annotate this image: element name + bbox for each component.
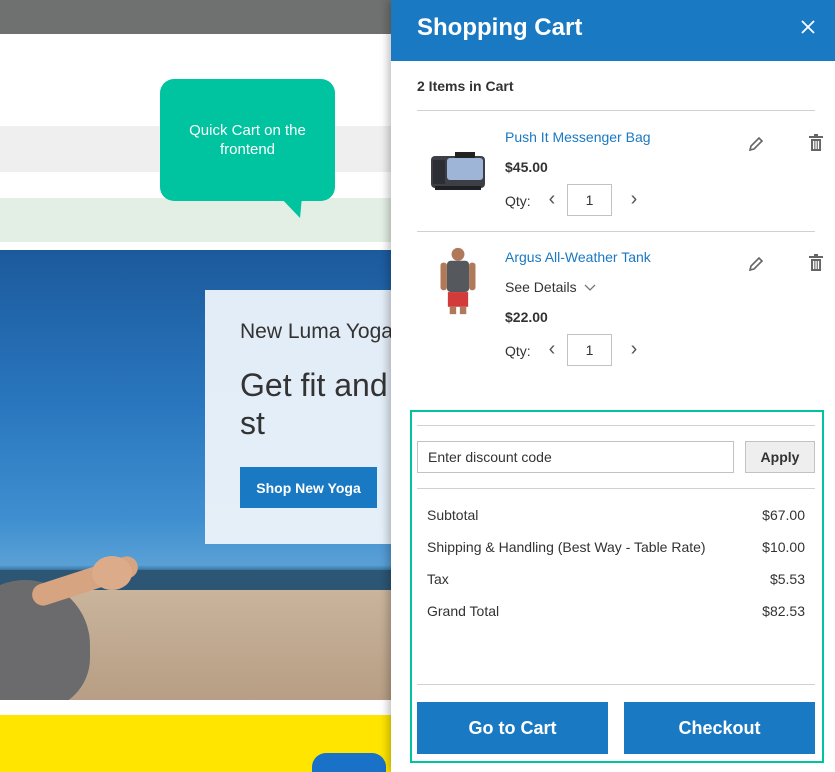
see-details-label: See Details — [505, 279, 577, 295]
apply-discount-button[interactable]: Apply — [745, 441, 815, 473]
grand-total-value: $82.53 — [762, 603, 805, 619]
shipping-label: Shipping & Handling (Best Way - Table Ra… — [427, 539, 706, 555]
item-name-link[interactable]: Argus All-Weather Tank — [505, 249, 651, 265]
items-count: 2 Items in Cart — [417, 78, 514, 94]
item-price: $22.00 — [505, 309, 548, 325]
qty-label: Qty: — [505, 193, 531, 209]
minicart-header: Shopping Cart — [391, 0, 835, 61]
qty-input[interactable] — [567, 334, 612, 366]
divider — [417, 488, 815, 489]
trash-icon[interactable] — [807, 254, 825, 272]
close-icon[interactable] — [795, 14, 821, 40]
tshirt-image — [312, 753, 386, 772]
hero-subtitle: New Luma Yoga — [240, 320, 393, 343]
go-to-cart-button[interactable]: Go to Cart — [417, 702, 608, 754]
cart-item: Push It Messenger Bag $45.00 Qty: ‹ › — [417, 126, 823, 226]
cart-item: Argus All-Weather Tank See Details $22.0… — [417, 246, 823, 376]
qty-increase-icon[interactable]: › — [627, 188, 641, 211]
item-price: $45.00 — [505, 159, 548, 175]
checkout-button[interactable]: Checkout — [624, 702, 815, 754]
qty-increase-icon[interactable]: › — [627, 338, 641, 361]
divider — [417, 684, 815, 685]
tank-top-image[interactable] — [425, 246, 491, 316]
item-name-link[interactable]: Push It Messenger Bag — [505, 129, 651, 145]
hero-model-hand — [92, 556, 132, 590]
qty-input[interactable] — [567, 184, 612, 216]
divider — [417, 231, 815, 232]
tax-label: Tax — [427, 571, 449, 587]
see-details-toggle[interactable]: See Details — [505, 279, 596, 295]
qty-decrease-icon[interactable]: ‹ — [545, 188, 559, 211]
chevron-down-icon — [585, 284, 596, 291]
divider — [417, 110, 815, 111]
shop-new-yoga-button[interactable]: Shop New Yoga — [240, 467, 377, 508]
grand-total-label: Grand Total — [427, 603, 500, 619]
subtotal-label: Subtotal — [427, 507, 479, 523]
subtotal-value: $67.00 — [762, 507, 805, 523]
messenger-bag-image[interactable] — [425, 136, 491, 206]
discount-code-input[interactable] — [417, 441, 734, 473]
tax-value: $5.53 — [769, 571, 805, 587]
qty-decrease-icon[interactable]: ‹ — [545, 338, 559, 361]
edit-icon[interactable] — [747, 255, 765, 273]
minicart-title: Shopping Cart — [417, 14, 583, 41]
shipping-value: $10.00 — [762, 539, 805, 555]
minicart-panel: Shopping Cart 2 Items in Cart Push It Me… — [391, 0, 835, 772]
edit-icon[interactable] — [747, 135, 765, 153]
qty-label: Qty: — [505, 343, 531, 359]
quick-cart-callout: Quick Cart on the frontend — [160, 79, 335, 201]
trash-icon[interactable] — [807, 134, 825, 152]
divider — [417, 425, 815, 426]
